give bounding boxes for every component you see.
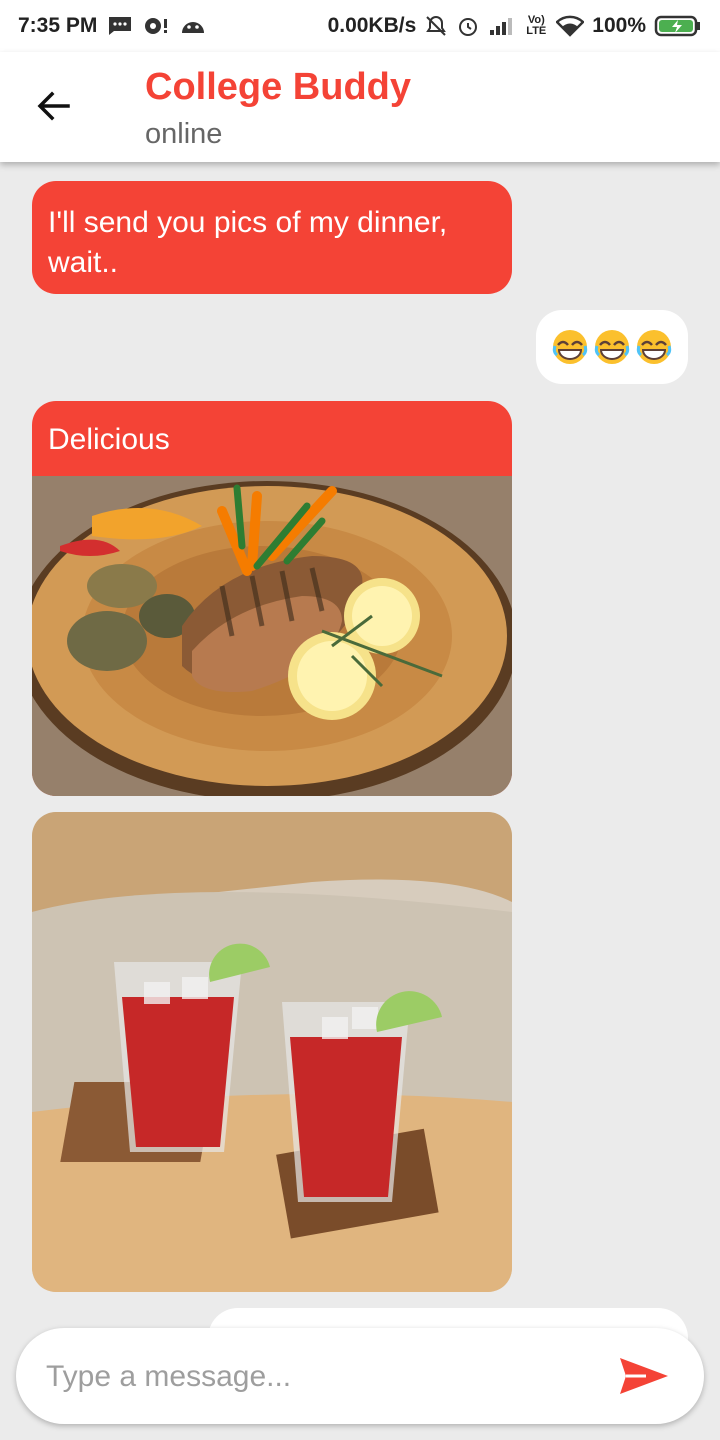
android-icon <box>182 22 205 33</box>
alarm-icon <box>459 18 478 36</box>
volte-badge: Vo) LTE <box>526 14 547 37</box>
grinning-tears-emoji <box>636 330 672 364</box>
contact-status: online <box>145 118 223 150</box>
sms-notification-icon <box>109 17 132 35</box>
signal-icon <box>490 18 513 35</box>
dinner-plate-image[interactable] <box>32 476 512 796</box>
message-composer <box>16 1328 704 1424</box>
wifi-icon <box>556 15 585 37</box>
grinning-tears-emoji <box>594 330 630 364</box>
message-bubble-received[interactable]: I'll send you pics of my dinner, wait.. <box>32 181 512 294</box>
mute-bell-icon <box>426 15 447 36</box>
back-button[interactable] <box>30 84 82 128</box>
send-icon <box>620 1358 668 1394</box>
message-bubble-sent[interactable] <box>536 310 688 384</box>
send-button[interactable] <box>618 1354 670 1398</box>
battery-percent: 100% <box>592 14 646 37</box>
arrow-left-icon <box>37 91 70 121</box>
message-input[interactable] <box>44 1346 608 1408</box>
message-text: I'll send you pics of my dinner, wait.. <box>48 206 448 279</box>
image-caption: Delicious <box>48 423 170 456</box>
battery-charging-icon <box>654 15 700 37</box>
network-speed: 0.00KB/s <box>327 14 417 37</box>
chat-header: College Buddy online <box>0 52 720 162</box>
status-bar: 7:35 PM 0.00KB/s Vo) LTE 100% <box>0 0 720 52</box>
image-message-card[interactable]: Delicious <box>32 401 512 796</box>
notification-icon <box>145 18 168 34</box>
grinning-tears-emoji <box>552 330 588 364</box>
image-message-card[interactable] <box>32 812 512 1292</box>
contact-name[interactable]: College Buddy <box>145 66 411 109</box>
drinks-image[interactable] <box>32 812 512 1292</box>
status-time: 7:35 PM <box>18 14 98 37</box>
